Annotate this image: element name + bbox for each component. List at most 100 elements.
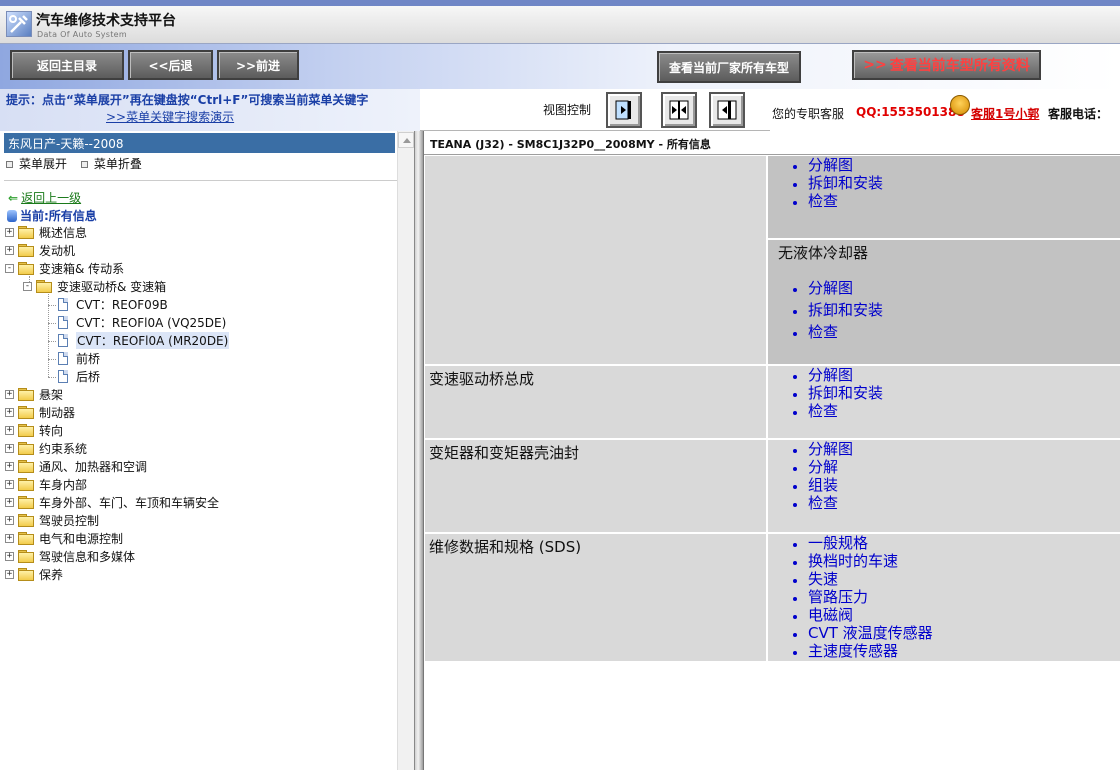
- menu-tree-container: 东风日产-天籁--2008 菜单展开 菜单折叠 ⇐ 返回上一级 当前:所有信息 +…: [2, 131, 397, 770]
- document-icon: [58, 297, 68, 311]
- panel-splitter[interactable]: [414, 131, 424, 770]
- menu-collapse-button[interactable]: 菜单折叠: [80, 157, 142, 171]
- link-item[interactable]: 一般规格: [768, 534, 933, 552]
- expand-toggle-icon[interactable]: +: [5, 515, 14, 525]
- tree-item-engine[interactable]: + 发动机: [5, 241, 75, 259]
- tree-doc-item-selected[interactable]: CVT：REOFl0A (MR20DE): [58, 331, 230, 349]
- maker-models-button[interactable]: 查看当前厂家所有车型: [657, 51, 801, 83]
- tree-connector: [48, 323, 56, 324]
- expand-toggle-icon[interactable]: +: [5, 497, 14, 507]
- collapse-toggle-icon[interactable]: -: [23, 281, 32, 291]
- home-button[interactable]: 返回主目录: [10, 50, 124, 80]
- link-item[interactable]: 拆卸和安装: [768, 301, 883, 319]
- tree-item-driver-controls[interactable]: + 驾驶员控制: [5, 511, 99, 529]
- link-item[interactable]: 管路压力: [768, 588, 933, 606]
- tree-item-label: 变速箱& 传动系: [39, 261, 125, 276]
- tree-item-brakes[interactable]: + 制动器: [5, 403, 75, 421]
- tree-item-suspension[interactable]: + 悬架: [5, 385, 63, 403]
- tree-item-label: 车身外部、车门、车顶和车辆安全: [39, 495, 220, 510]
- service-qq[interactable]: QQ:1553501388: [856, 105, 965, 119]
- tree-doc-label: CVT：REOFl0A (VQ25DE): [76, 315, 227, 330]
- toolbar: 返回主目录 <<后退 >>前进 查看当前厂家所有车型 >> 查看当前车型所有资料: [0, 44, 1120, 89]
- folder-icon: [18, 568, 34, 581]
- view-expand-left-button[interactable]: [709, 92, 745, 128]
- tree-connector: [48, 377, 56, 378]
- view-expand-right-button[interactable]: [606, 92, 642, 128]
- document-icon: [58, 315, 68, 329]
- folder-icon: [18, 514, 34, 527]
- tree-item-electrical[interactable]: + 电气和电源控制: [5, 529, 123, 547]
- collapse-toggle-icon[interactable]: -: [5, 263, 14, 273]
- all-data-label: 查看当前车型所有资料: [889, 58, 1030, 74]
- link-item[interactable]: 拆卸和安装: [768, 384, 883, 402]
- tree-item-transaxle[interactable]: - 变速驱动桥& 变速箱: [23, 277, 166, 295]
- link-item[interactable]: 换档时的车速: [768, 552, 933, 570]
- tree-item-label: 悬架: [39, 387, 64, 402]
- expand-toggle-icon[interactable]: +: [5, 461, 14, 471]
- tree-doc-item[interactable]: 后桥: [58, 367, 100, 385]
- tree-item-hvac[interactable]: + 通风、加热器和空调: [5, 457, 147, 475]
- view-split-button[interactable]: [661, 92, 697, 128]
- expand-toggle-icon[interactable]: +: [5, 407, 14, 417]
- link-item[interactable]: 拆卸和安装: [768, 174, 883, 192]
- link-item[interactable]: 分解图: [768, 279, 883, 297]
- expand-toggle-icon[interactable]: +: [5, 227, 14, 237]
- hint-bar: 提示：点击“菜单展开”再在键盘按“Ctrl+F”可搜索当前菜单关键字 >>菜单关…: [0, 89, 1120, 131]
- search-demo-link[interactable]: >>菜单关键字搜索演示: [106, 108, 234, 125]
- folder-icon: [18, 496, 34, 509]
- link-item[interactable]: 电磁阀: [768, 606, 933, 624]
- back-button[interactable]: <<后退: [128, 50, 213, 80]
- link-item[interactable]: 检查: [768, 494, 853, 512]
- link-item[interactable]: 分解: [768, 458, 853, 476]
- tree-item-label: 约束系统: [39, 441, 88, 456]
- link-item[interactable]: 失速: [768, 570, 933, 588]
- back-up-link[interactable]: ⇐ 返回上一级: [8, 189, 81, 206]
- tree-doc-label: 前桥: [76, 351, 101, 366]
- forward-button[interactable]: >>前进: [217, 50, 299, 80]
- expand-square-icon: [6, 161, 13, 168]
- link-item[interactable]: 主速度传感器: [768, 642, 933, 660]
- content-header: TEANA (J32) - SM8C1J32P0__2008MY - 所有信息: [424, 131, 1120, 155]
- expand-toggle-icon[interactable]: +: [5, 533, 14, 543]
- link-item[interactable]: CVT 液温度传感器: [768, 624, 933, 642]
- link-item[interactable]: 分解图: [768, 366, 883, 384]
- link-item[interactable]: 组装: [768, 476, 853, 494]
- expand-toggle-icon[interactable]: +: [5, 569, 14, 579]
- expand-toggle-icon[interactable]: +: [5, 425, 14, 435]
- tree-item-maintenance[interactable]: + 保养: [5, 565, 63, 583]
- links-cell: 一般规格 换档时的车速 失速 管路压力 电磁阀 CVT 液温度传感器 主速度传感…: [768, 534, 1120, 661]
- tree-doc-label: 后桥: [76, 369, 101, 384]
- scroll-up-arrow-icon[interactable]: [398, 132, 414, 148]
- tree-item-interior[interactable]: + 车身内部: [5, 475, 87, 493]
- qq-avatar-icon[interactable]: [950, 95, 970, 115]
- hint-text: 提示：点击“菜单展开”再在键盘按“Ctrl+F”可搜索当前菜单关键字: [6, 93, 369, 107]
- all-data-button[interactable]: >> 查看当前车型所有资料: [852, 50, 1041, 80]
- expand-toggle-icon[interactable]: +: [5, 479, 14, 489]
- service-agent-link[interactable]: 客服1号小郭: [971, 105, 1039, 122]
- link-item[interactable]: 分解图: [768, 440, 853, 458]
- expand-toggle-icon[interactable]: +: [5, 443, 14, 453]
- hint-area: 提示：点击“菜单展开”再在键盘按“Ctrl+F”可搜索当前菜单关键字 >>菜单关…: [0, 89, 420, 131]
- link-item[interactable]: 分解图: [768, 156, 883, 174]
- link-item[interactable]: 检查: [768, 402, 883, 420]
- tree-item-label: 概述信息: [39, 225, 88, 240]
- folder-icon: [18, 460, 34, 473]
- link-item[interactable]: 检查: [768, 192, 883, 210]
- tree-item-overview[interactable]: + 概述信息: [5, 223, 87, 241]
- expand-toggle-icon[interactable]: +: [5, 551, 14, 561]
- expand-toggle-icon[interactable]: +: [5, 245, 14, 255]
- tree-item-transmission[interactable]: - 变速箱& 传动系: [5, 259, 124, 277]
- link-item[interactable]: 检查: [768, 323, 883, 341]
- menu-controls: 菜单展开 菜单折叠: [6, 155, 152, 172]
- tree-item-exterior[interactable]: + 车身外部、车门、车顶和车辆安全: [5, 493, 219, 511]
- tree-item-infotainment[interactable]: + 驾驶信息和多媒体: [5, 547, 135, 565]
- menu-expand-button[interactable]: 菜单展开: [6, 157, 67, 171]
- tree-doc-item[interactable]: CVT：REOFl0A (VQ25DE): [58, 313, 226, 331]
- tree-doc-item[interactable]: 前桥: [58, 349, 100, 367]
- tree-doc-item[interactable]: CVT：REOF09B: [58, 295, 168, 313]
- tree-item-steering[interactable]: + 转向: [5, 421, 63, 439]
- left-scrollbar[interactable]: [397, 131, 414, 770]
- tree-item-restraints[interactable]: + 约束系统: [5, 439, 87, 457]
- double-arrow-icon: >>: [863, 57, 887, 73]
- expand-toggle-icon[interactable]: +: [5, 389, 14, 399]
